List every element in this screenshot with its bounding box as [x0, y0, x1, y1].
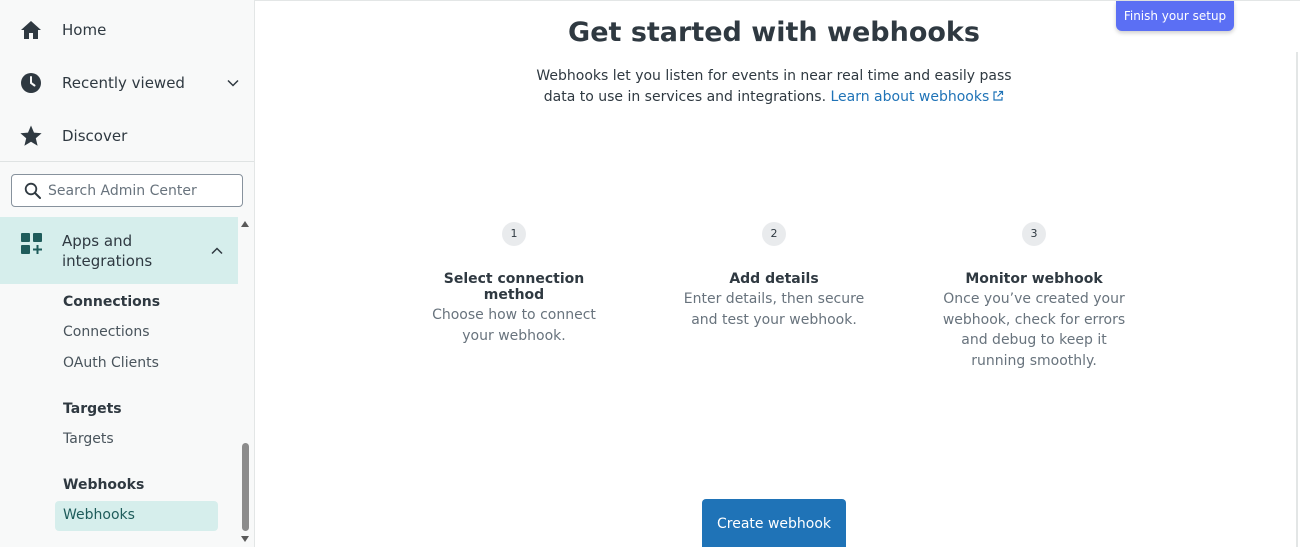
subnav-link-targets[interactable]: Targets	[63, 431, 114, 447]
step-description: Enter details, then secure and test your…	[683, 291, 865, 328]
sidebar-scrollbar-thumb[interactable]	[242, 443, 249, 531]
apps-add-icon	[21, 233, 42, 254]
step-description: Choose how to connect your webhook.	[432, 307, 596, 344]
step-description: Once you’ve created your webhook, check …	[942, 291, 1126, 369]
subnav-link-oauth-clients[interactable]: OAuth Clients	[63, 355, 159, 371]
step-title: Add details	[729, 271, 819, 287]
sidebar-item-label: Recently viewed	[62, 74, 185, 92]
main-content: Finish your setup Get started with webho…	[255, 0, 1300, 547]
scroll-down-arrow-icon[interactable]	[240, 534, 250, 544]
learn-more-link-label: Learn about webhooks	[830, 89, 990, 105]
learn-more-link[interactable]: Learn about webhooks	[830, 89, 1004, 105]
sidebar-item-label: Discover	[62, 127, 128, 145]
sidebar-item-label: Home	[62, 21, 107, 39]
star-icon	[20, 125, 42, 146]
sidebar-item-discover[interactable]: Discover	[0, 114, 254, 158]
chevron-down-icon[interactable]	[226, 76, 240, 90]
sidebar-item-home[interactable]: Home	[0, 8, 254, 52]
subnav-link-webhooks[interactable]: Webhooks	[63, 507, 135, 523]
sidebar-item-apps-and-integrations[interactable]: Apps and integrations	[0, 217, 238, 284]
subnav-heading-targets: Targets	[63, 401, 122, 417]
clock-icon	[21, 73, 41, 93]
sidebar-item-recently-viewed[interactable]: Recently viewed	[0, 61, 254, 105]
home-icon	[21, 21, 41, 39]
search-input[interactable]	[48, 179, 238, 203]
admin-center-app: Home Recently viewed Discover Search Adm…	[0, 0, 1300, 547]
page-title: Get started with webhooks	[568, 17, 980, 48]
sidebar: Home Recently viewed Discover Search Adm…	[0, 0, 255, 547]
step-number: 2	[762, 222, 786, 246]
step-1: 1 Select connection method Choose how to…	[414, 222, 614, 346]
step-3: 3 Monitor webhook Once you’ve created yo…	[934, 222, 1134, 371]
page-subtitle: Webhooks let you listen for events in ne…	[520, 66, 1028, 108]
subnav-link-connections[interactable]: Connections	[63, 324, 150, 340]
step-title: Select connection method	[443, 271, 585, 303]
step-number: 1	[502, 222, 526, 246]
chevron-up-icon[interactable]	[210, 244, 224, 258]
step-number: 3	[1022, 222, 1046, 246]
search-box	[11, 174, 243, 207]
scroll-up-arrow-icon[interactable]	[240, 219, 250, 229]
subnav-heading-connections: Connections	[63, 294, 161, 310]
step-2: 2 Add details Enter details, then secure…	[674, 222, 874, 330]
sidebar-item-label: Apps and integrations	[62, 232, 153, 270]
subnav-heading-webhooks: Webhooks	[63, 477, 145, 493]
search-icon	[24, 182, 41, 199]
external-link-icon	[993, 90, 1004, 101]
step-title: Monitor webhook	[965, 271, 1103, 287]
sidebar-divider	[0, 161, 254, 162]
page-right-border	[1296, 52, 1298, 547]
create-webhook-button[interactable]: Create webhook	[702, 499, 846, 547]
